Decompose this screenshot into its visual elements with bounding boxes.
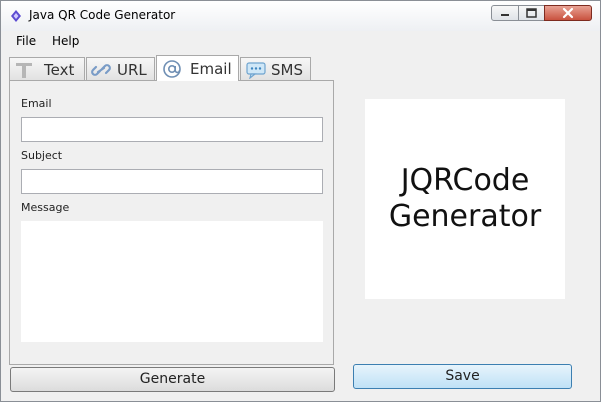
tab-text-label: Text (44, 61, 75, 79)
email-tab-panel: Email Subject Message (9, 80, 334, 365)
save-button[interactable]: Save (353, 364, 572, 389)
tab-email[interactable]: Email (156, 55, 239, 81)
tab-sms-label: SMS (271, 61, 303, 79)
close-icon (562, 7, 574, 19)
subject-label: Subject (21, 149, 63, 162)
menu-bar: File Help (1, 31, 600, 51)
tab-sms[interactable]: SMS (240, 57, 311, 80)
at-icon (163, 60, 181, 78)
maximize-button[interactable] (518, 5, 545, 21)
preview-placeholder-text: JQRCode Generator (389, 163, 541, 235)
window-title: Java QR Code Generator (29, 8, 176, 22)
preview-line-2: Generator (388, 199, 542, 234)
message-label: Message (21, 201, 70, 214)
text-icon (16, 63, 32, 78)
email-input[interactable] (21, 117, 323, 142)
minimize-button[interactable] (491, 5, 519, 21)
app-window: Java QR Code Generator File Help Text UR… (0, 0, 601, 402)
title-bar[interactable]: Java QR Code Generator (1, 1, 600, 32)
tab-email-label: Email (190, 60, 232, 78)
maximize-icon (526, 8, 537, 18)
tab-text[interactable]: Text (9, 57, 85, 80)
email-label: Email (21, 97, 52, 110)
qr-preview: JQRCode Generator (365, 99, 565, 299)
tab-url[interactable]: URL (86, 57, 155, 80)
tab-url-label: URL (117, 61, 147, 79)
subject-input[interactable] (21, 169, 323, 194)
link-icon (91, 64, 111, 76)
chat-bubble-icon (246, 62, 266, 79)
minimize-icon (501, 14, 509, 16)
close-button[interactable] (544, 5, 592, 21)
app-icon (11, 10, 21, 22)
generate-button[interactable]: Generate (10, 367, 335, 392)
menu-file[interactable]: File (16, 34, 36, 48)
menu-help[interactable]: Help (52, 34, 79, 48)
message-textarea[interactable] (21, 221, 323, 342)
preview-line-1: JQRCode (400, 163, 530, 198)
